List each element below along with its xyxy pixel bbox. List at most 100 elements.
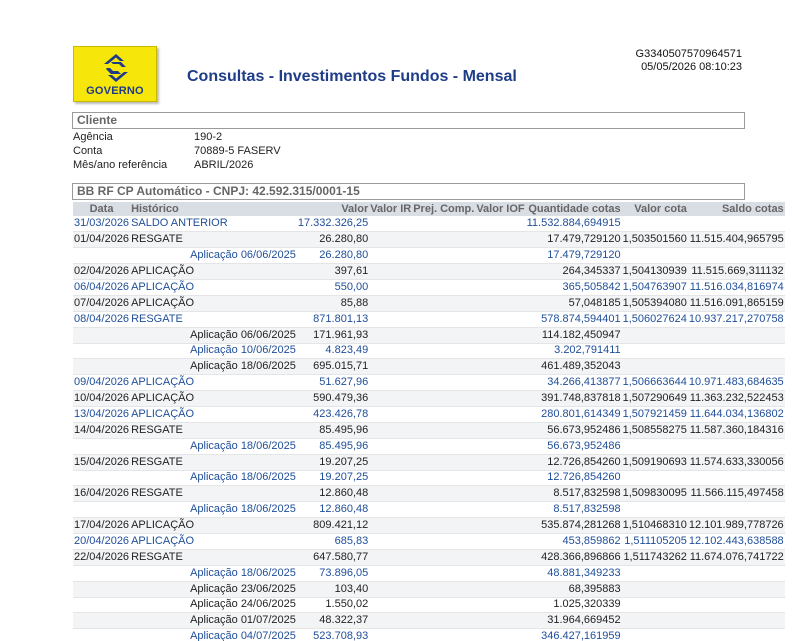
cell-quantidade-cotas: 428.366,896866 <box>525 549 622 566</box>
cell-historico: Aplicação 06/06/2025 <box>130 247 297 265</box>
cell-prej-comp <box>412 311 476 328</box>
cell-valor-ir <box>369 295 413 312</box>
table-row: 01/04/2026 RESGATE 26.280,80 17.479,729120 1… <box>73 231 785 249</box>
cell-saldo-cotas <box>687 612 785 630</box>
cell-valor: 4.823,49 <box>296 343 370 360</box>
cell-saldo-cotas <box>687 247 785 265</box>
cell-date: 14/04/2026 <box>73 422 131 439</box>
cell-valor-iof <box>475 311 526 328</box>
cell-historico: Aplicação 18/06/2025 <box>130 565 297 582</box>
cell-valor: 85.495,96 <box>296 438 370 455</box>
cell-historico: Aplicação 23/06/2025 <box>130 581 297 598</box>
cell-valor-cota <box>621 612 688 630</box>
cell-valor-iof <box>475 485 526 503</box>
cell-quantidade-cotas: 3.202,791411 <box>525 343 622 360</box>
table-subrow: Aplicação 24/06/2025 1.550,02 1.025,320339 <box>73 597 785 614</box>
cell-valor: 12.860,48 <box>296 485 370 503</box>
table-row: 20/04/2026 APLICAÇÃO 685,83 453,859862 1,511… <box>73 533 785 550</box>
cell-valor-ir <box>369 533 413 550</box>
cell-saldo-cotas: 11.516.091,865159 <box>687 295 785 312</box>
bb-logo-icon <box>104 54 128 82</box>
table-row: 10/04/2026 APLICAÇÃO 590.479,36 391.748,837… <box>73 390 785 407</box>
cell-historico: Aplicação 06/06/2025 <box>130 327 297 344</box>
cell-saldo-cotas <box>687 358 785 376</box>
cell-valor-ir <box>369 628 413 641</box>
cell-valor: 695.015,71 <box>296 358 370 376</box>
cell-valor: 51.627,96 <box>296 374 370 392</box>
cell-valor-cota: 1,510468310 <box>621 517 688 534</box>
cell-valor-ir <box>369 612 413 630</box>
cell-quantidade-cotas: 57,048185 <box>525 295 622 312</box>
cell-prej-comp <box>412 612 476 630</box>
cell-prej-comp <box>412 517 476 534</box>
cell-valor-cota: 1,507921459 <box>621 406 688 423</box>
table-row: 16/04/2026 RESGATE 12.860,48 8.517,832598 1,… <box>73 485 785 503</box>
cell-historico: RESGATE <box>130 231 297 249</box>
cell-prej-comp <box>412 533 476 550</box>
cell-quantidade-cotas: 12.726,854260 <box>525 454 622 471</box>
cell-valor-ir <box>369 216 413 233</box>
cell-valor-iof <box>475 454 526 471</box>
cell-valor: 550,00 <box>296 279 370 296</box>
cell-saldo-cotas: 11.674.076,741722 <box>687 549 785 566</box>
cell-valor-cota <box>621 358 688 376</box>
cell-saldo-cotas: 11.515.669,311132 <box>687 263 785 280</box>
cell-date: 02/04/2026 <box>73 263 131 280</box>
cell-date <box>73 470 131 487</box>
cell-valor: 647.580,77 <box>296 549 370 566</box>
cell-quantidade-cotas: 114.182,450947 <box>525 327 622 344</box>
cell-valor-iof <box>475 406 526 423</box>
cell-valor-iof <box>475 374 526 392</box>
cell-valor-iof <box>475 470 526 487</box>
cell-prej-comp <box>412 358 476 376</box>
cell-valor-iof <box>475 565 526 582</box>
cell-historico: Aplicação 18/06/2025 <box>130 358 297 376</box>
cell-valor-ir <box>369 311 413 328</box>
cell-valor-cota <box>621 628 688 641</box>
cell-quantidade-cotas: 68,395883 <box>525 581 622 598</box>
cell-valor-ir <box>369 247 413 265</box>
table-subrow: Aplicação 01/07/2025 48.322,37 31.964,6694… <box>73 612 785 630</box>
cell-quantidade-cotas: 34.266,413877 <box>525 374 622 392</box>
cell-quantidade-cotas: 1.025,320339 <box>525 597 622 614</box>
cell-valor-ir <box>369 549 413 566</box>
cell-valor-cota: 1,511743262 <box>621 549 688 566</box>
cell-valor-cota: 1,511105205 <box>621 533 688 550</box>
cell-saldo-cotas: 10.971.483,684635 <box>687 374 785 392</box>
cell-valor-iof <box>475 295 526 312</box>
cell-valor-iof <box>475 501 526 519</box>
field-value: 70889-5 FASERV <box>194 145 281 157</box>
cell-prej-comp <box>412 454 476 471</box>
table-header-row: Data Histórico Valor Valor IR Prej. Comp… <box>73 202 785 216</box>
cell-historico: Aplicação 18/06/2025 <box>130 438 297 455</box>
cell-prej-comp <box>412 485 476 503</box>
cell-saldo-cotas <box>687 438 785 455</box>
cell-valor-ir <box>369 581 413 598</box>
cell-valor-iof <box>475 390 526 407</box>
cell-valor-ir <box>369 438 413 455</box>
cell-date: 01/04/2026 <box>73 231 131 249</box>
fund-section-header: BB RF CP Automático - CNPJ: 42.592.315/0… <box>72 183 745 200</box>
cell-valor-iof <box>475 438 526 455</box>
table-row: 14/04/2026 RESGATE 85.495,96 56.673,952486 1… <box>73 422 785 439</box>
cell-prej-comp <box>412 327 476 344</box>
cell-prej-comp <box>412 597 476 614</box>
cell-valor: 809.421,12 <box>296 517 370 534</box>
field-label: Agência <box>73 131 113 143</box>
cell-valor-iof <box>475 358 526 376</box>
cell-valor: 523.708,93 <box>296 628 370 641</box>
field-value: ABRIL/2026 <box>194 159 254 171</box>
cell-quantidade-cotas: 280.801,614349 <box>525 406 622 423</box>
cell-valor-iof <box>475 422 526 439</box>
cell-date <box>73 597 131 614</box>
cell-saldo-cotas <box>687 565 785 582</box>
cell-prej-comp <box>412 374 476 392</box>
table-subrow: Aplicação 18/06/2025 12.860,48 8.517,83259… <box>73 501 785 519</box>
cell-prej-comp <box>412 422 476 439</box>
cell-prej-comp <box>412 565 476 582</box>
document-code: G3340507570964571 <box>635 48 742 60</box>
cell-historico: APLICAÇÃO <box>130 279 297 296</box>
cell-date <box>73 628 131 641</box>
cell-date: 07/04/2026 <box>73 295 131 312</box>
table-subrow: Aplicação 18/06/2025 85.495,96 56.673,9524… <box>73 438 785 455</box>
